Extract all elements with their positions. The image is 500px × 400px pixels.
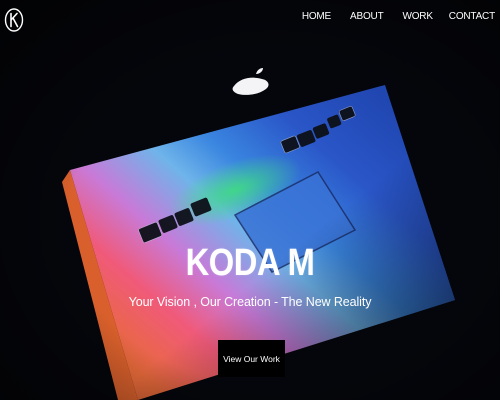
hero-section: HOME ABOUT WORK CONTACT KODA M Your Visi… xyxy=(0,0,500,400)
view-our-work-button[interactable]: View Our Work xyxy=(218,340,285,377)
k-monogram-icon xyxy=(4,8,24,32)
nav-link-about[interactable]: ABOUT xyxy=(350,11,384,22)
nav-link-contact[interactable]: CONTACT xyxy=(449,11,495,22)
hero-tagline: Your Vision , Our Creation - The New Rea… xyxy=(128,295,372,309)
nav-link-work[interactable]: WORK xyxy=(402,11,433,22)
brand-logo[interactable] xyxy=(4,8,24,32)
main-navigation: HOME ABOUT WORK CONTACT xyxy=(302,11,495,22)
nav-link-home[interactable]: HOME xyxy=(302,11,331,22)
hero-title: KODA M xyxy=(185,242,315,284)
